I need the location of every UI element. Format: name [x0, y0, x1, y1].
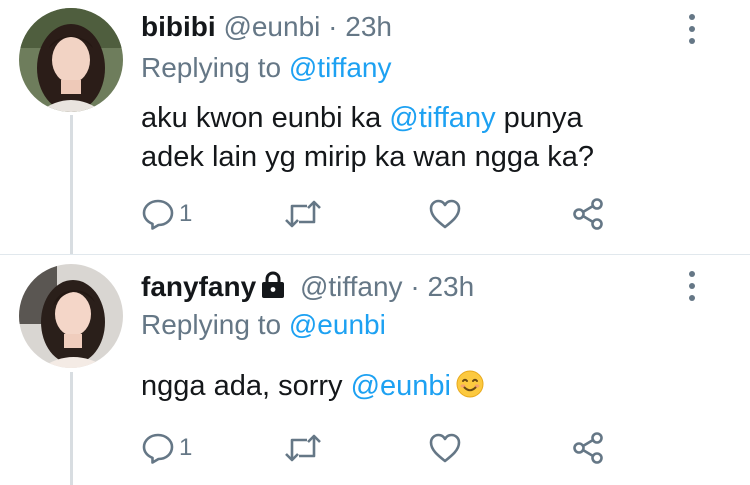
lock-icon	[260, 271, 286, 308]
reply-bubble-icon	[142, 199, 174, 230]
tweet-text: aku kwon eunbi ka @tiffany punya adek la…	[141, 99, 594, 177]
replying-to: Replying to @eunbi	[141, 307, 386, 343]
share-icon	[573, 198, 603, 230]
retweet-button[interactable]	[283, 430, 323, 466]
tweet-header: bibibi @eunbi · 23h	[141, 9, 392, 45]
tweet[interactable]: fanyfany @tiffany · 23h Replying to @eun…	[0, 255, 750, 485]
replying-to-mention[interactable]: @eunbi	[289, 309, 386, 340]
heart-icon	[429, 199, 461, 229]
user-handle[interactable]: @tiffany	[300, 271, 403, 302]
share-icon	[573, 432, 603, 464]
smiling-face-emoji-icon	[455, 369, 485, 410]
tweet-actions: 1	[141, 196, 621, 232]
retweet-icon	[285, 200, 321, 228]
heart-icon	[429, 433, 461, 463]
separator-dot: ·	[328, 11, 338, 42]
tweet-text-segment: aku kwon eunbi ka	[141, 102, 390, 134]
reply-count: 1	[179, 434, 193, 461]
replying-to-label: Replying to	[141, 52, 282, 83]
share-button[interactable]	[571, 430, 605, 466]
tweet-text-segment: punya	[495, 102, 583, 134]
reply-button[interactable]: 1	[141, 430, 192, 466]
tweet[interactable]: bibibi @eunbi · 23h Replying to @tiffany…	[0, 0, 750, 254]
replying-to-mention[interactable]: @tiffany	[289, 52, 392, 83]
like-button[interactable]	[428, 196, 462, 232]
avatar-image	[19, 264, 123, 368]
avatar[interactable]	[19, 264, 123, 368]
display-name[interactable]: fanyfany	[141, 271, 256, 302]
replying-to: Replying to @tiffany	[141, 50, 392, 86]
like-button[interactable]	[428, 430, 462, 466]
tweet-text: ngga ada, sorry @eunbi	[141, 367, 485, 410]
mention-link[interactable]: @eunbi	[351, 370, 451, 402]
share-button[interactable]	[571, 196, 605, 232]
separator-dot: ·	[410, 271, 420, 302]
timestamp[interactable]: 23h	[345, 11, 392, 42]
reply-bubble-icon	[142, 433, 174, 464]
replying-to-label: Replying to	[141, 309, 282, 340]
more-vertical-icon[interactable]	[686, 12, 698, 46]
tweet-text-line: adek lain yg mirip ka wan ngga ka?	[141, 141, 594, 173]
tweet-header: fanyfany @tiffany · 23h	[141, 269, 474, 305]
more-vertical-icon[interactable]	[686, 269, 698, 303]
timestamp[interactable]: 23h	[427, 271, 474, 302]
display-name[interactable]: bibibi	[141, 11, 216, 42]
tweet-text-segment: ngga ada, sorry	[141, 370, 351, 402]
tweet-actions: 1	[141, 430, 621, 466]
avatar-image	[19, 8, 123, 112]
user-handle[interactable]: @eunbi	[223, 11, 320, 42]
reply-count: 1	[179, 200, 193, 227]
reply-button[interactable]: 1	[141, 196, 192, 232]
retweet-icon	[285, 434, 321, 462]
retweet-button[interactable]	[283, 196, 323, 232]
tweet-text-line: aku kwon eunbi ka @tiffany punya	[141, 99, 594, 138]
mention-link[interactable]: @tiffany	[389, 102, 495, 134]
avatar[interactable]	[19, 8, 123, 112]
